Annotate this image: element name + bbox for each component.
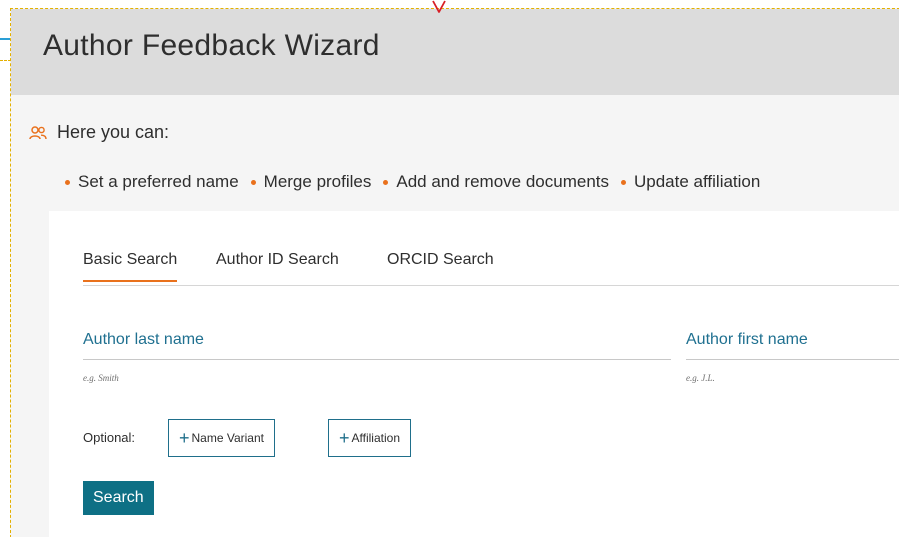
name-variant-label: Name Variant bbox=[191, 431, 264, 445]
first-name-input[interactable] bbox=[686, 333, 899, 359]
feature-item: Set a preferred name bbox=[65, 172, 239, 192]
tab-basic-search[interactable]: Basic Search bbox=[83, 251, 178, 282]
first-name-underline bbox=[686, 359, 899, 360]
plus-icon: + bbox=[339, 428, 350, 448]
add-affiliation-button[interactable]: + Affiliation bbox=[328, 419, 411, 457]
feature-text: Add and remove documents bbox=[396, 172, 609, 191]
first-name-hint: e.g. J.L. bbox=[686, 373, 715, 383]
feature-text: Merge profiles bbox=[263, 172, 372, 191]
bullet-dot-icon bbox=[621, 179, 626, 185]
feature-text: Set a preferred name bbox=[78, 172, 239, 191]
feature-text: Update affiliation bbox=[634, 172, 761, 191]
bullet-dot-icon bbox=[65, 179, 70, 185]
search-card: Basic Search Author ID Search ORCID Sear… bbox=[49, 211, 899, 537]
feature-item: Merge profiles bbox=[250, 172, 372, 192]
tab-orcid-search[interactable]: ORCID Search bbox=[387, 251, 494, 269]
affiliation-label: Affiliation bbox=[351, 431, 400, 445]
bullet-dot-icon bbox=[383, 179, 389, 185]
wizard-frame: Author Feedback Wizard Here you can: Set… bbox=[10, 8, 899, 537]
intro-title: Here you can: bbox=[57, 122, 170, 142]
intro-heading: Here you can: bbox=[29, 122, 169, 143]
add-name-variant-button[interactable]: + Name Variant bbox=[168, 419, 275, 457]
plus-icon: + bbox=[179, 428, 190, 448]
last-name-input[interactable] bbox=[83, 333, 675, 359]
bullet-dot-icon bbox=[250, 179, 256, 185]
dropdown-marker-icon bbox=[432, 0, 446, 13]
last-name-underline bbox=[83, 359, 671, 360]
users-icon bbox=[29, 125, 47, 139]
search-tabs: Basic Search Author ID Search ORCID Sear… bbox=[83, 241, 899, 286]
wizard-header: Author Feedback Wizard bbox=[11, 9, 899, 95]
search-button[interactable]: Search bbox=[83, 481, 154, 515]
feature-item: Add and remove documents bbox=[383, 172, 609, 192]
screen: Author Feedback Wizard Here you can: Set… bbox=[0, 0, 899, 537]
last-name-hint: e.g. Smith bbox=[83, 373, 119, 383]
tab-author-id-search[interactable]: Author ID Search bbox=[216, 251, 339, 269]
page-title: Author Feedback Wizard bbox=[43, 29, 380, 62]
feature-item: Update affiliation bbox=[621, 172, 760, 192]
optional-label: Optional: bbox=[83, 430, 136, 445]
feature-list: Set a preferred name Merge profiles Add … bbox=[65, 172, 772, 192]
